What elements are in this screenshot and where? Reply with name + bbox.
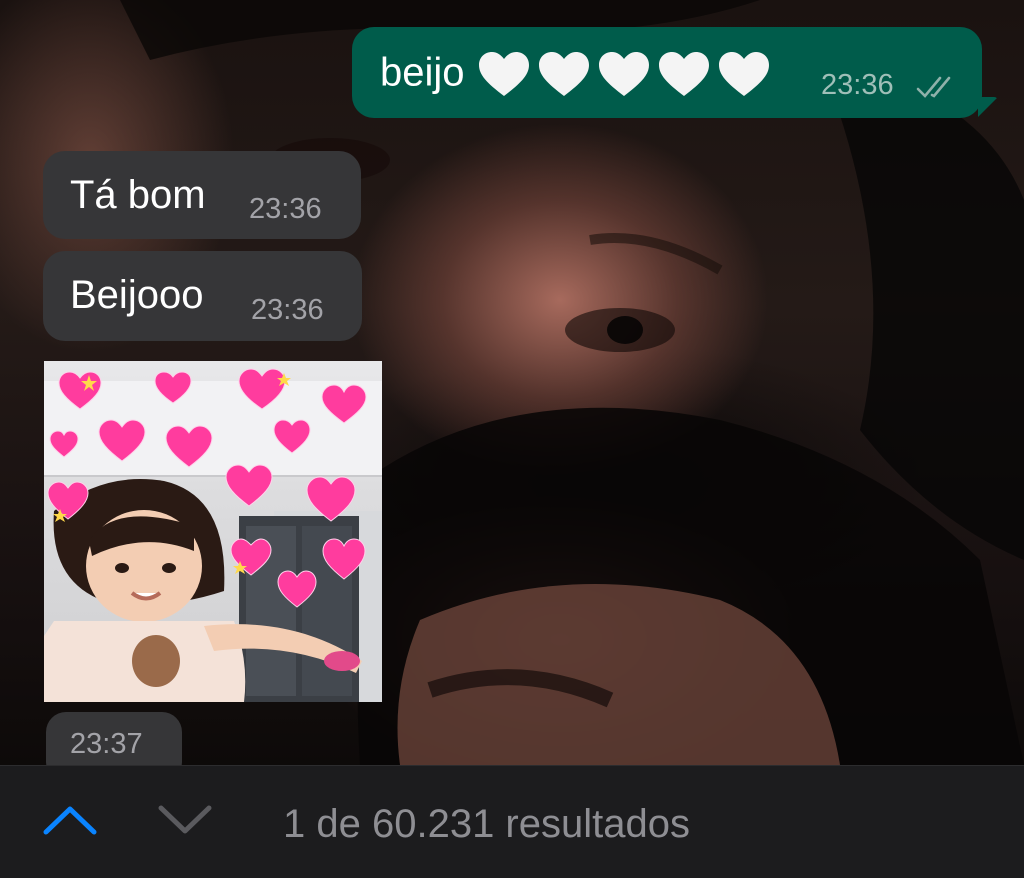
white-heart-icon <box>658 52 709 96</box>
chevron-up-icon <box>43 806 97 835</box>
sticker-image[interactable] <box>44 361 382 702</box>
white-heart-icon <box>538 52 589 96</box>
message-time: 23:36 <box>821 69 894 101</box>
incoming-message-bubble[interactable]: Beijooo 23:36 <box>43 251 362 341</box>
read-double-check-icon <box>916 76 951 98</box>
white-heart-icon <box>478 52 529 96</box>
message-time: 23:37 <box>70 728 143 760</box>
message-text: beijo <box>380 51 771 99</box>
hearts-group <box>477 51 771 99</box>
chat-screen: beijo 23:36 Tá bom 23:36 Beijooo 23:36 2… <box>0 0 1024 878</box>
next-result-button[interactable] <box>155 796 215 840</box>
incoming-message-bubble[interactable]: Tá bom 23:36 <box>43 151 361 239</box>
message-time: 23:36 <box>249 193 322 225</box>
message-text-content: beijo <box>380 50 465 95</box>
message-time: 23:36 <box>251 294 324 326</box>
chevron-down-icon <box>158 805 212 834</box>
search-results-bar: 1 de 60.231 resultados <box>0 765 1024 878</box>
search-result-count: 1 de 60.231 resultados <box>283 802 690 846</box>
previous-result-button[interactable] <box>40 796 100 840</box>
white-heart-icon <box>718 52 769 96</box>
message-text: Beijooo <box>70 273 204 317</box>
outgoing-message-bubble[interactable]: beijo 23:36 <box>352 27 998 118</box>
white-heart-icon <box>598 52 649 96</box>
message-text: Tá bom <box>70 173 206 217</box>
